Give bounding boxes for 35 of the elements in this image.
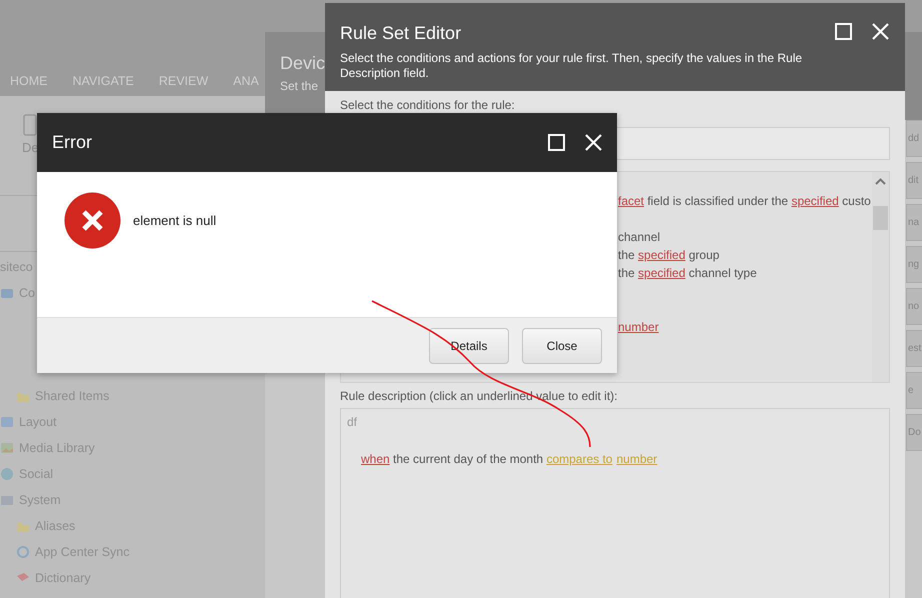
error-icon [64,192,121,249]
system-icon [0,493,14,507]
globe-icon [0,467,14,481]
maximize-icon [835,23,852,40]
close-icon [872,23,889,40]
image-icon [0,441,14,455]
dialog-button[interactable]: Details [429,328,509,364]
condition-item[interactable]: the specified group [618,246,720,264]
field-label: Select the conditions for the rule: [340,97,515,114]
rule-text: when the current day of the month compares to number [361,451,658,468]
dialog-button[interactable]: Close [522,328,602,364]
dialog-subtitle: Select the conditions and actions for your rule first. Then, specify the values in the Rule Description field. [340,51,804,81]
maximize-button[interactable] [835,23,852,40]
condition-item[interactable]: number [618,318,659,336]
error-message: element is null [133,212,216,230]
close-button[interactable] [585,134,602,151]
layout-icon [0,415,14,429]
field-label: Rule description (click an underlined value to edit it): [340,388,618,405]
close-icon [585,134,602,151]
condition-item[interactable]: channel [618,228,660,246]
condition-item[interactable]: the specified channel type [618,264,757,282]
dialog-subtitle: Set the [280,78,318,95]
device-icon [23,114,38,136]
maximize-button[interactable] [548,134,565,151]
content-icon [0,286,14,300]
condition-item[interactable]: facet field is classified under the specified custo [618,192,871,210]
sync-icon [16,545,30,559]
maximize-icon [548,134,565,151]
close-button[interactable] [872,23,889,40]
rule-description-box[interactable]: df when the current day of the month compares to number [340,408,890,598]
dialog-title: Rule Set Editor [340,22,462,45]
rule-name: df [347,414,358,431]
dialog-title: Devic [280,52,326,75]
scrollbar-thumb[interactable] [873,206,888,230]
dialog-title: Error [52,131,92,154]
